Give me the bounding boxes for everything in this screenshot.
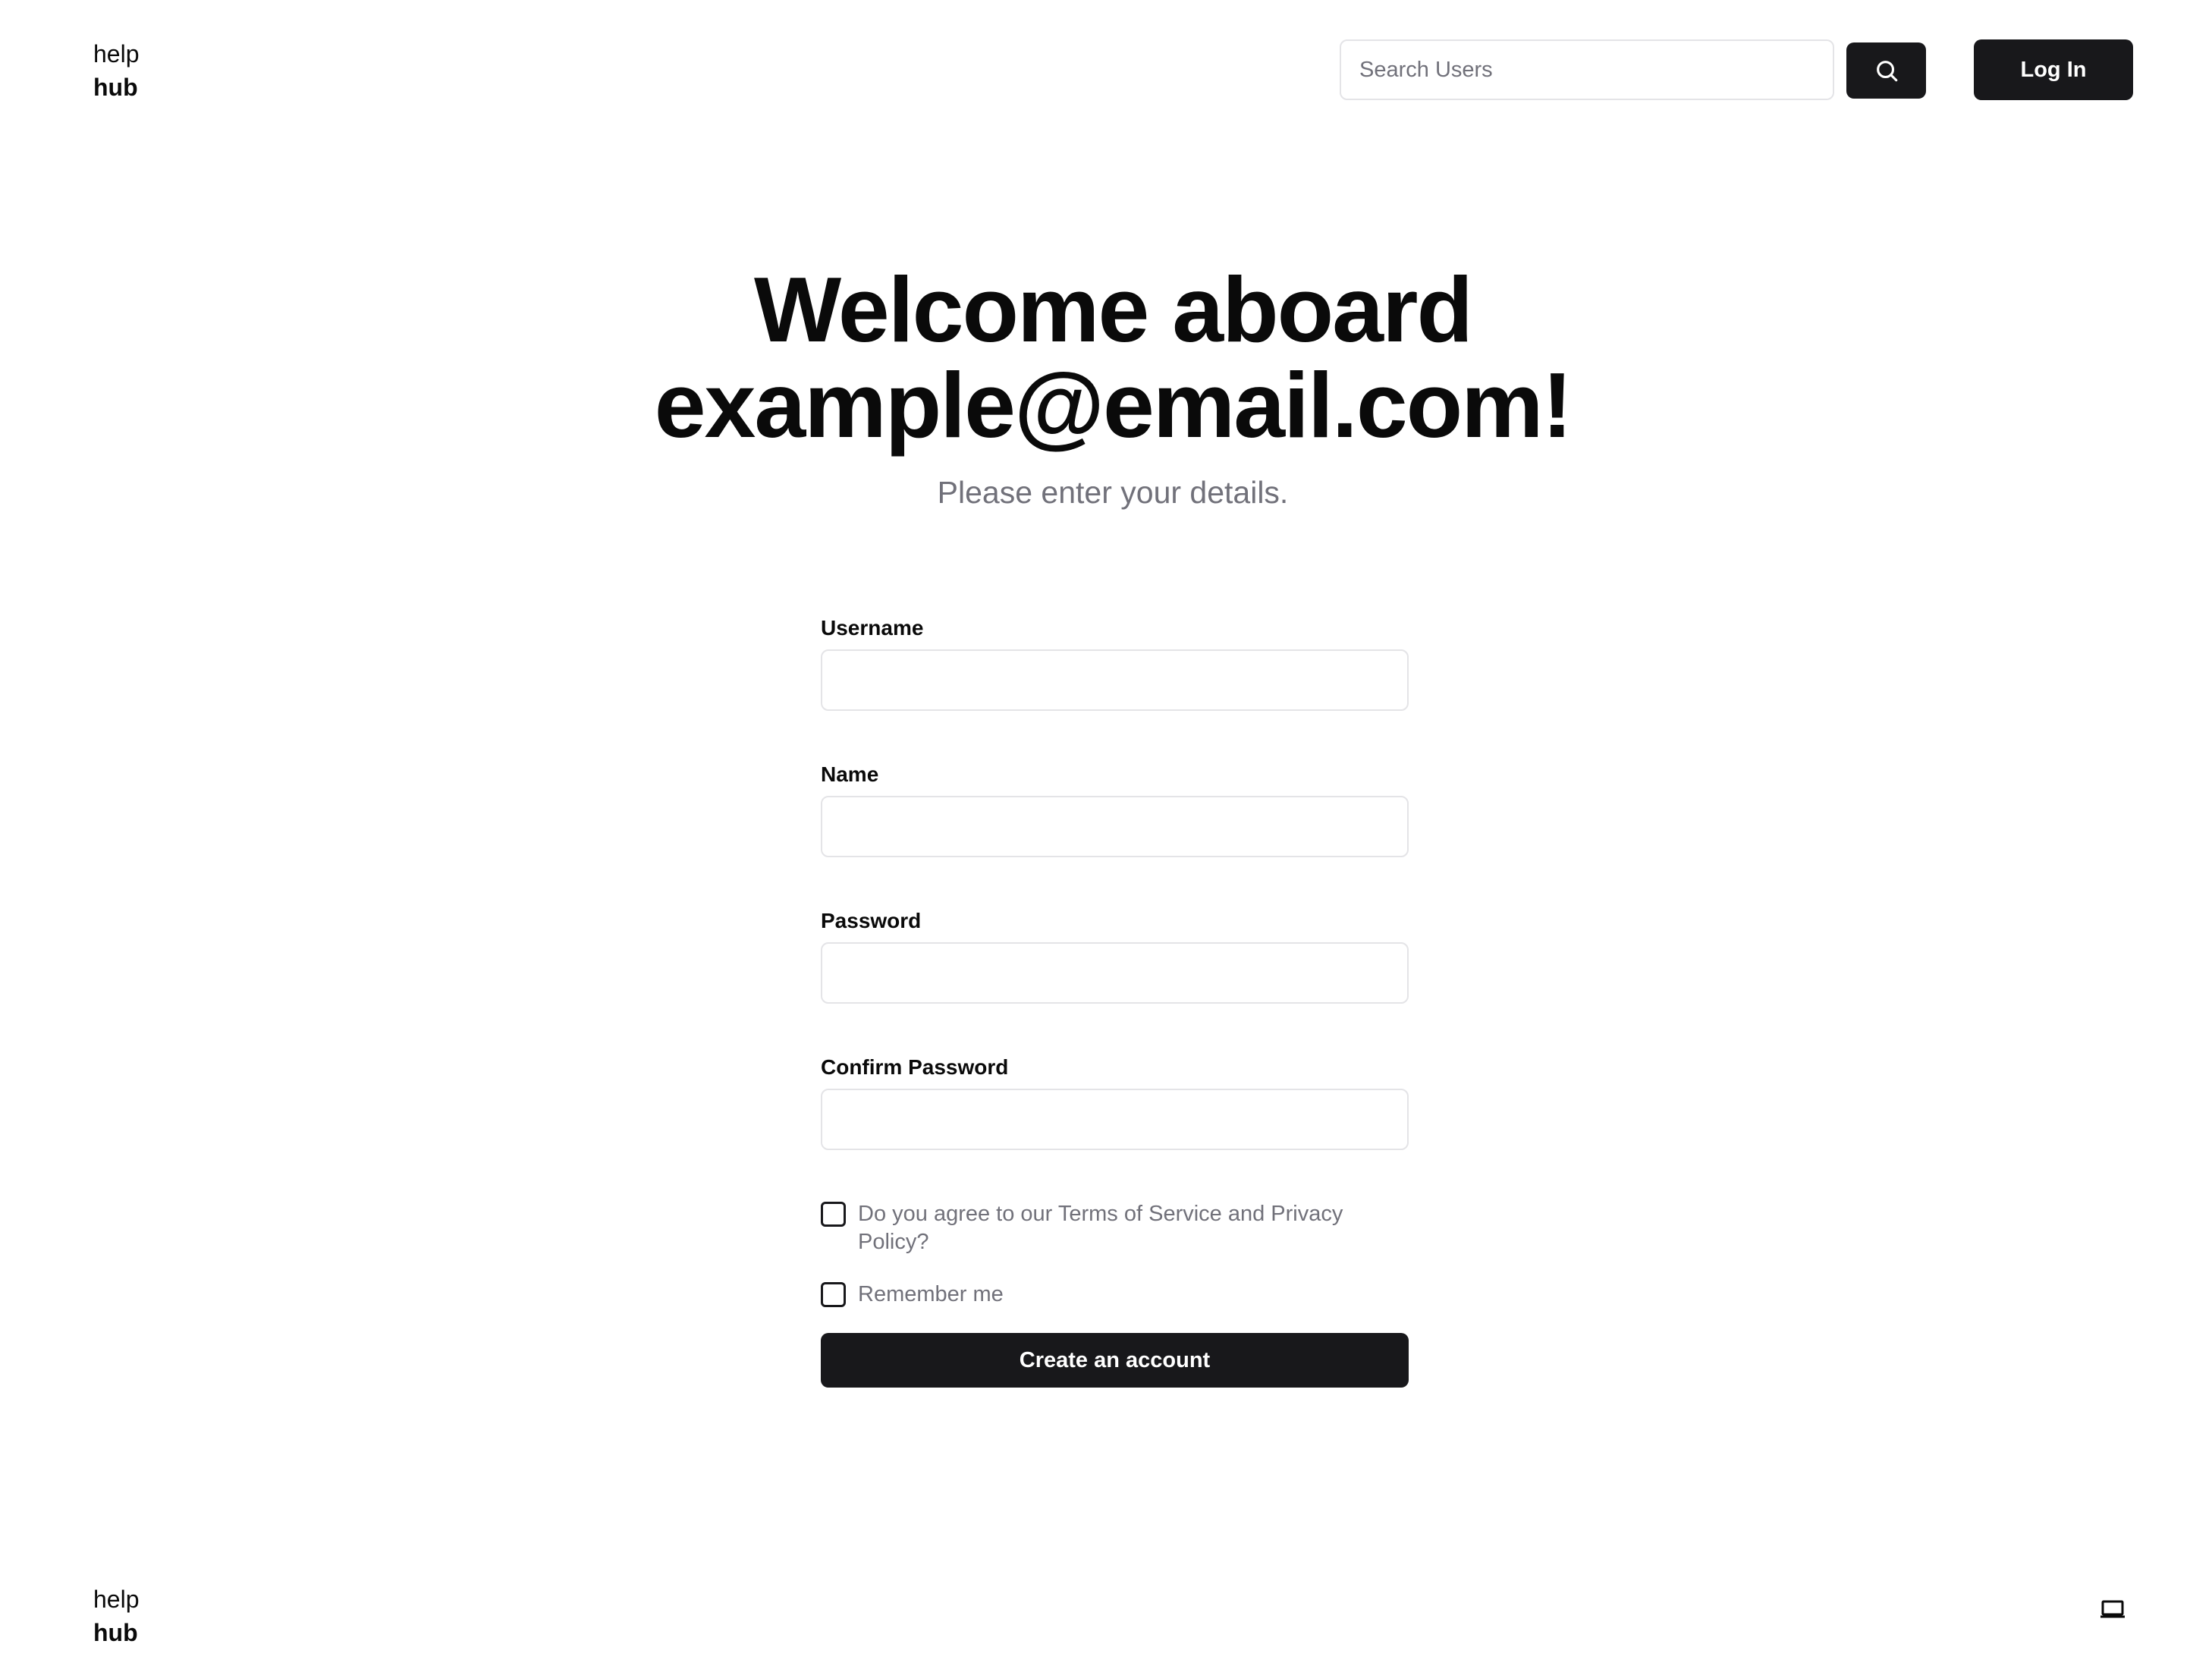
page-title: Welcome aboard example@email.com! <box>0 262 2212 453</box>
footer-logo-line-hub: hub <box>93 1619 138 1646</box>
logo-line-help: help <box>93 40 140 68</box>
terms-label[interactable]: Do you agree to our Terms of Service and… <box>858 1200 1381 1256</box>
username-label: Username <box>821 616 924 640</box>
confirm-password-input[interactable] <box>821 1089 1409 1150</box>
name-field-group: Name <box>821 761 1409 857</box>
password-label: Password <box>821 909 922 932</box>
laptop-icon[interactable] <box>2100 1598 2126 1620</box>
page-title-line-1: Welcome aboard <box>753 258 1473 361</box>
search-button[interactable] <box>1846 42 1926 99</box>
confirm-password-label: Confirm Password <box>821 1055 1009 1079</box>
terms-checkbox[interactable] <box>821 1202 846 1227</box>
signup-form: Username Name Password Confirm Password … <box>821 615 1409 1388</box>
login-button[interactable]: Log In <box>1974 39 2133 100</box>
page-subtitle: Please enter your details. <box>937 475 1289 510</box>
username-input[interactable] <box>821 649 1409 711</box>
page-title-line-2: example@email.com! <box>654 354 1573 457</box>
logo-line-hub: hub <box>93 74 138 101</box>
terms-row: Do you agree to our Terms of Service and… <box>821 1200 1409 1256</box>
footer-logo-line-help: help <box>93 1586 140 1613</box>
username-field-group: Username <box>821 615 1409 711</box>
name-input[interactable] <box>821 796 1409 857</box>
search-users-input[interactable] <box>1340 39 1834 100</box>
remember-row: Remember me <box>821 1281 1409 1309</box>
top-nav: help hub Log In <box>0 0 2212 144</box>
create-account-button[interactable]: Create an account <box>821 1333 1409 1388</box>
remember-me-checkbox[interactable] <box>821 1282 846 1307</box>
password-field-group: Password <box>821 907 1409 1004</box>
name-label: Name <box>821 762 879 786</box>
search-icon <box>1876 61 1897 82</box>
site-logo[interactable]: help hub <box>93 37 140 104</box>
password-input[interactable] <box>821 942 1409 1004</box>
footer-logo[interactable]: help hub <box>93 1583 140 1649</box>
remember-me-label[interactable]: Remember me <box>858 1281 1381 1309</box>
confirm-password-field-group: Confirm Password <box>821 1054 1409 1150</box>
